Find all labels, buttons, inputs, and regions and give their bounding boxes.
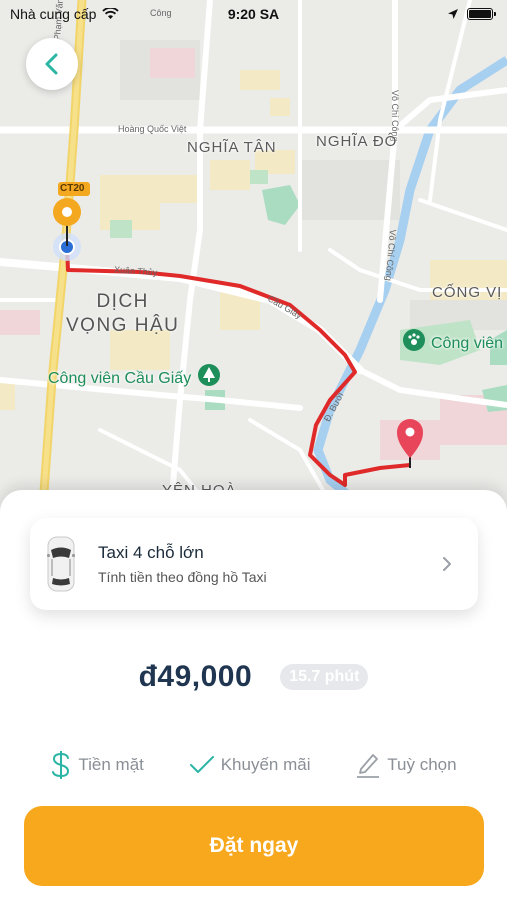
booking-sheet: Taxi 4 chỗ lớn Tính tiền theo đồng hồ Ta… xyxy=(0,490,507,900)
vehicle-text: Taxi 4 chỗ lớn Tính tiền theo đồng hồ Ta… xyxy=(98,543,432,585)
promotion-button[interactable]: Khuyến mãi xyxy=(189,750,311,780)
status-bar: Nhà cung cấp 9:20 SA xyxy=(0,0,507,28)
road-label-hoang-quoc-viet: Hoàng Quốc Việt xyxy=(118,124,187,134)
map-view[interactable]: CT20 Hoàng Quốc Việt Xuân Thủy Cầu Giấy … xyxy=(0,0,507,520)
wifi-icon xyxy=(102,8,120,19)
district-label-nghia-tan: NGHĨA TÂN xyxy=(187,139,277,156)
district-label-nghia-do: NGHĨA ĐÔ xyxy=(316,133,398,150)
payment-method-button[interactable]: Tiền mặt xyxy=(50,750,144,780)
carrier-label: Nhà cung cấp xyxy=(10,6,97,22)
map-canvas xyxy=(0,0,507,520)
fare-row: đ49,000 15.7 phút xyxy=(0,660,507,694)
location-arrow-icon xyxy=(448,9,458,19)
fare-price: đ49,000 xyxy=(138,660,253,693)
chevron-right-icon xyxy=(432,556,462,572)
vehicle-name: Taxi 4 chỗ lớn xyxy=(98,543,204,562)
promotion-label: Khuyến mãi xyxy=(220,755,311,774)
park-icon xyxy=(198,364,220,386)
battery-level xyxy=(469,10,491,18)
back-button[interactable] xyxy=(26,38,78,90)
status-bar-left: Nhà cung cấp xyxy=(10,6,120,22)
park-icon xyxy=(403,329,425,351)
park-label-cau-giay: Công viên Cầu Giấy xyxy=(48,370,192,387)
payment-method-label: Tiền mặt xyxy=(78,755,144,774)
status-bar-right xyxy=(447,8,496,20)
car-icon xyxy=(47,536,75,592)
duration-badge: 15.7 phút xyxy=(280,664,369,690)
options-label: Tuỳ chọn xyxy=(387,755,457,774)
dollar-icon xyxy=(52,751,70,779)
chevron-left-icon xyxy=(45,53,58,75)
vehicle-description: Tính tiền theo đồng hồ Taxi xyxy=(98,569,267,585)
vehicle-option-card[interactable]: Taxi 4 chỗ lớn Tính tiền theo đồng hồ Ta… xyxy=(30,518,478,610)
options-row: Tiền mặt Khuyến mãi Tuỳ chọn xyxy=(0,750,507,780)
check-icon xyxy=(189,756,214,773)
district-label-dich-vong-hau: DỊCH VỌNG HẬU xyxy=(66,291,180,336)
battery-icon xyxy=(467,8,496,20)
park-label-cong-vien: Công viên xyxy=(431,335,504,352)
road-label-ct20: CT20 xyxy=(60,183,85,194)
options-button[interactable]: Tuỳ chọn xyxy=(355,750,457,780)
pencil-icon xyxy=(357,754,380,778)
book-now-button[interactable]: Đặt ngay xyxy=(24,806,484,886)
district-label-cong-vi: CỐNG VỊ xyxy=(432,284,503,301)
